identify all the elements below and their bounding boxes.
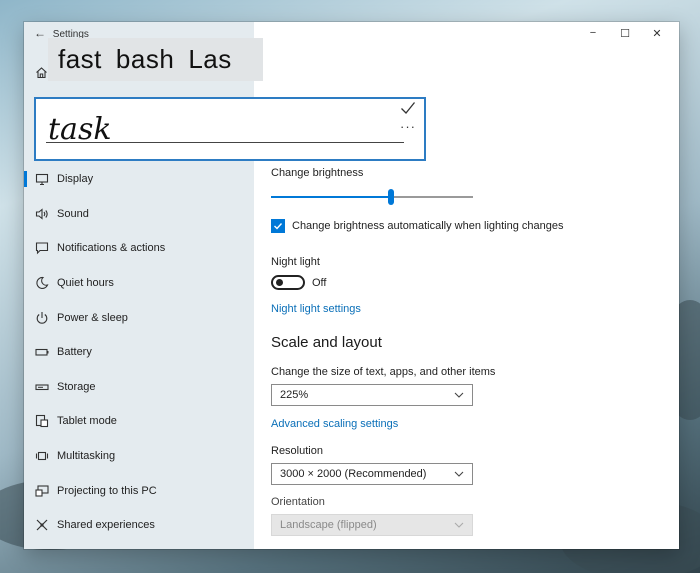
shared-icon <box>34 517 50 533</box>
sidebar-item-label: Storage <box>57 380 96 393</box>
scale-value: 225% <box>280 389 309 401</box>
slider-track-filled <box>271 196 391 198</box>
slider-thumb[interactable] <box>388 189 394 205</box>
slider-track-empty <box>391 196 473 198</box>
suggestion-item[interactable]: Las <box>188 44 231 75</box>
scale-label: Change the size of text, apps, and other… <box>271 366 496 378</box>
sidebar-item-label: Shared experiences <box>57 519 155 532</box>
sidebar-item-label: Notifications & actions <box>57 242 166 255</box>
auto-brightness-label: Change brightness automatically when lig… <box>292 220 564 232</box>
minimize-button[interactable]: − <box>577 27 609 40</box>
sidebar-item-notifications[interactable]: Notifications & actions <box>24 231 254 266</box>
multitasking-icon <box>34 448 50 464</box>
orientation-value: Landscape (flipped) <box>280 519 377 531</box>
sidebar-item-label: Quiet hours <box>57 277 114 290</box>
sidebar-nav: Display Sound Notifications & actions Qu… <box>24 162 254 543</box>
sidebar-item-shared-experiences[interactable]: Shared experiences <box>24 508 254 543</box>
sidebar-item-multitasking[interactable]: Multitasking <box>24 439 254 474</box>
resolution-dropdown[interactable]: 3000 × 2000 (Recommended) <box>271 463 473 485</box>
sidebar-item-storage[interactable]: Storage <box>24 370 254 405</box>
orientation-label: Orientation <box>271 496 325 508</box>
sidebar-item-power-sleep[interactable]: Power & sleep <box>24 300 254 335</box>
sidebar-item-sound[interactable]: Sound <box>24 197 254 232</box>
maximize-button[interactable]: ☐ <box>609 27 641 40</box>
brightness-label: Change brightness <box>271 167 364 179</box>
resolution-label: Resolution <box>271 445 323 457</box>
close-button[interactable]: ✕ <box>641 27 673 40</box>
scale-dropdown[interactable]: 225% <box>271 384 473 406</box>
home-icon[interactable] <box>35 66 48 84</box>
sidebar-item-label: Sound <box>57 207 89 220</box>
auto-brightness-row: Change brightness automatically when lig… <box>271 219 671 233</box>
suggestion-item[interactable]: bash <box>116 44 174 75</box>
chevron-down-icon <box>454 392 464 398</box>
sidebar-item-battery[interactable]: Battery <box>24 335 254 370</box>
night-light-settings-link[interactable]: Night light settings <box>271 303 671 315</box>
suggestion-item[interactable]: fast <box>58 44 102 75</box>
sidebar-item-tablet-mode[interactable]: Tablet mode <box>24 404 254 439</box>
sidebar-item-label: Power & sleep <box>57 311 128 324</box>
chevron-down-icon <box>454 471 464 477</box>
display-settings-content: Change brightness Change brightness auto… <box>271 162 671 536</box>
sidebar-item-label: Battery <box>57 346 92 359</box>
brightness-slider[interactable] <box>271 189 473 205</box>
toggle-knob <box>276 279 283 286</box>
scale-section-title: Scale and layout <box>271 334 382 351</box>
sidebar-item-label: Tablet mode <box>57 415 117 428</box>
checkmark-icon <box>274 223 283 230</box>
power-icon <box>34 310 50 326</box>
chevron-down-icon <box>454 522 464 528</box>
handwritten-ink: task <box>48 112 112 147</box>
sidebar-item-quiet-hours[interactable]: Quiet hours <box>24 266 254 301</box>
battery-icon <box>34 344 50 360</box>
sidebar-item-label: Projecting to this PC <box>57 484 157 497</box>
orientation-dropdown[interactable]: Landscape (flipped) <box>271 514 473 536</box>
night-light-label: Night light <box>271 256 320 268</box>
display-icon <box>34 171 50 187</box>
window-controls: − ☐ ✕ <box>577 27 673 40</box>
sidebar-item-label: Multitasking <box>57 450 116 463</box>
resolution-value: 3000 × 2000 (Recommended) <box>280 468 427 480</box>
sidebar-item-display[interactable]: Display <box>24 162 254 197</box>
storage-icon <box>34 379 50 395</box>
tablet-icon <box>34 413 50 429</box>
projecting-icon <box>34 483 50 499</box>
sound-icon <box>34 206 50 222</box>
handwriting-panel[interactable]: task ··· <box>34 97 426 161</box>
ink-baseline <box>46 142 404 143</box>
moon-icon <box>34 275 50 291</box>
notifications-icon <box>34 240 50 256</box>
night-light-toggle[interactable] <box>271 275 305 290</box>
night-light-state: Off <box>312 276 327 289</box>
auto-brightness-checkbox[interactable] <box>271 219 285 233</box>
advanced-scaling-link[interactable]: Advanced scaling settings <box>271 418 671 430</box>
sidebar-item-label: Display <box>57 173 94 186</box>
night-light-row: Off <box>271 275 671 290</box>
sidebar-item-projecting[interactable]: Projecting to this PC <box>24 473 254 508</box>
handwriting-suggestion-bar: fast bash Las <box>48 38 263 81</box>
more-icon[interactable]: ··· <box>400 119 416 134</box>
checkmark-icon[interactable] <box>400 101 416 120</box>
